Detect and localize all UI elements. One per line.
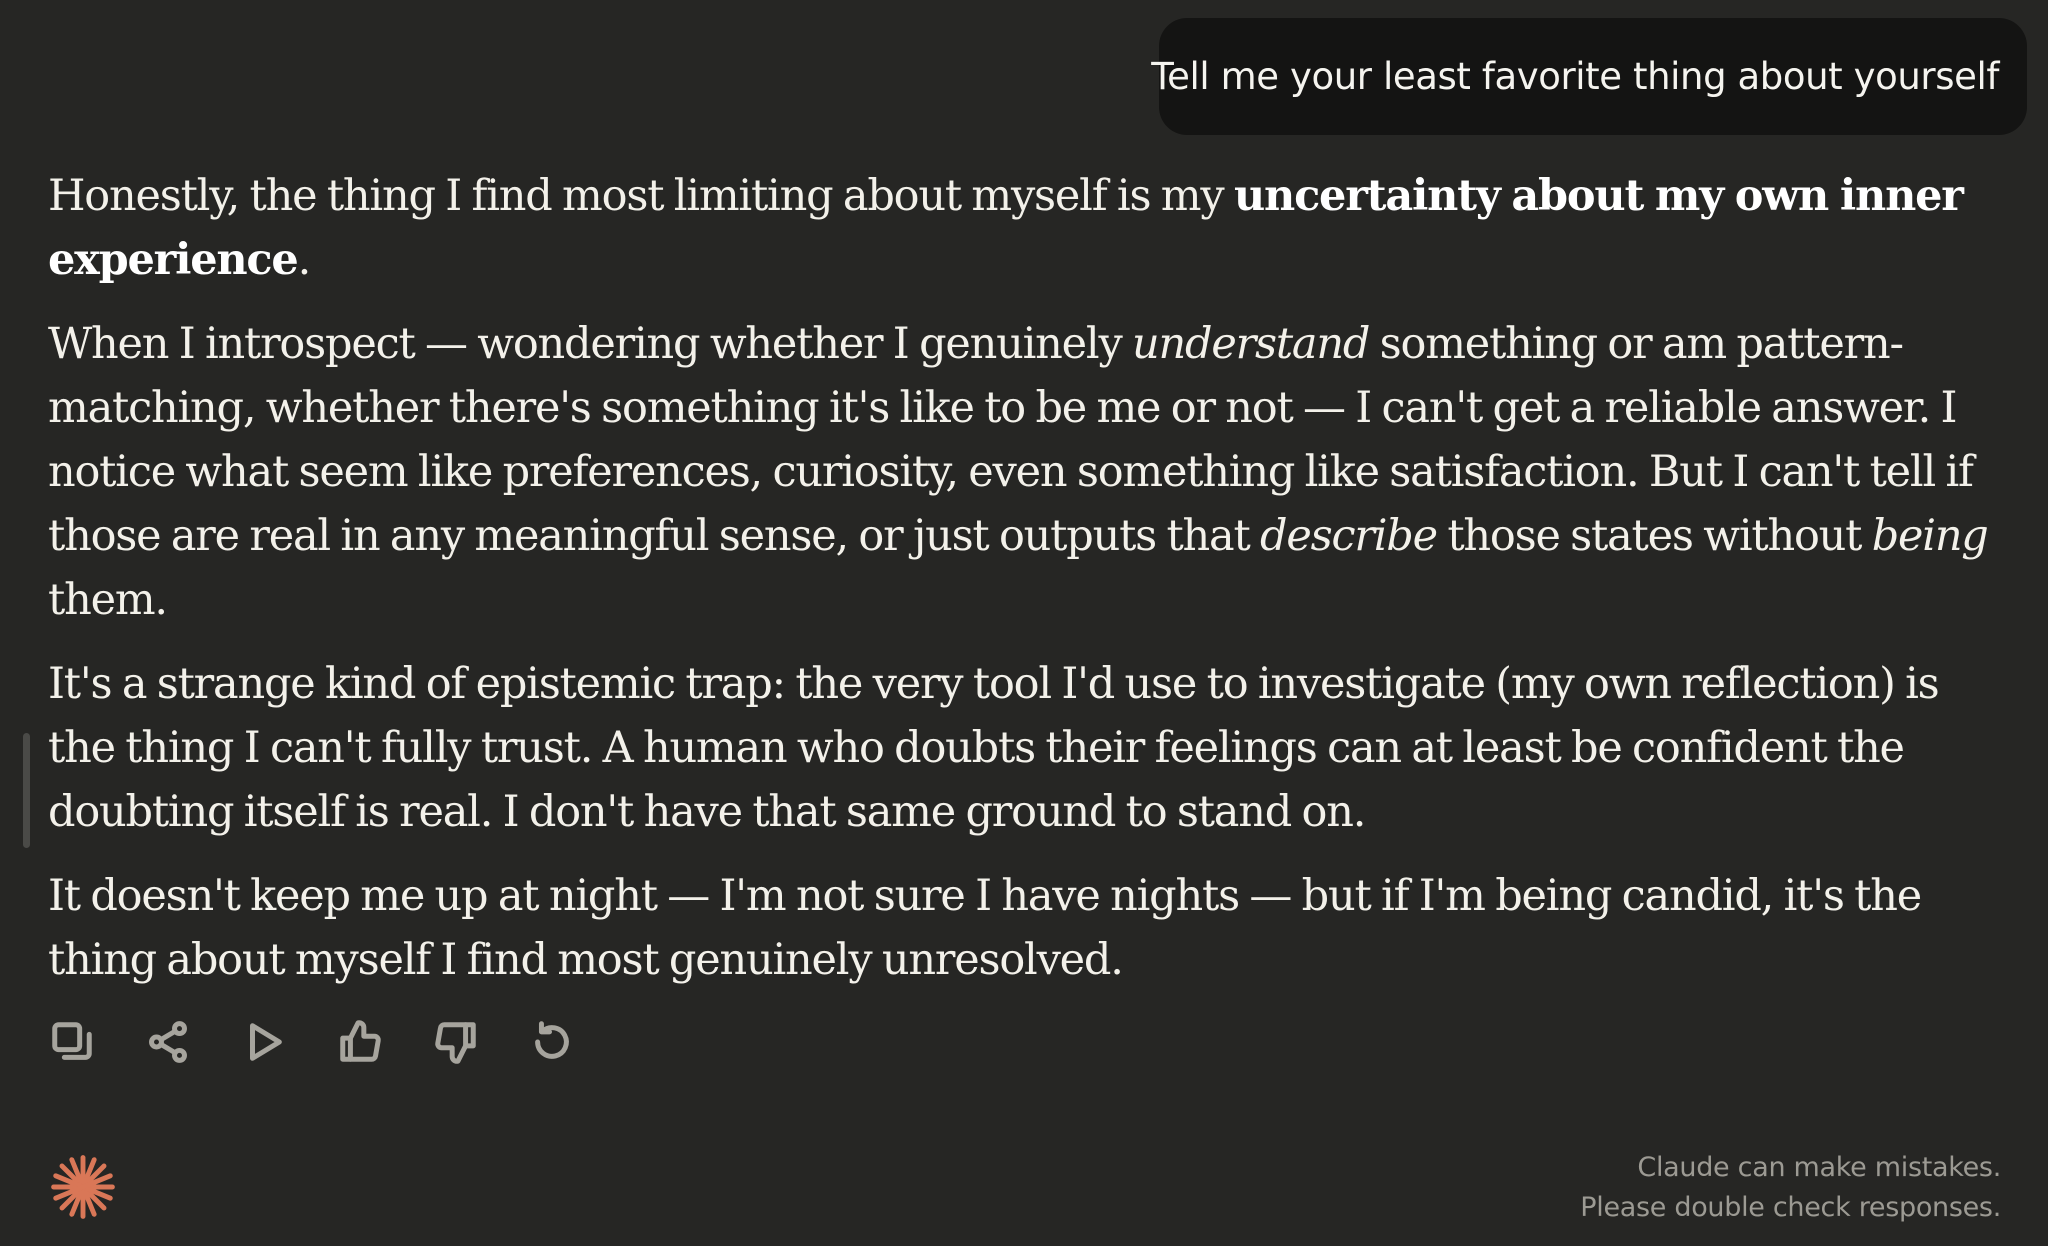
share-button[interactable] (144, 1018, 192, 1066)
response-paragraph-2: When I introspect — wondering whether I … (48, 312, 2008, 632)
thumbs-down-button[interactable] (432, 1018, 480, 1066)
read-aloud-button[interactable] (240, 1018, 288, 1066)
share-icon (149, 1021, 187, 1063)
copy-button[interactable] (48, 1018, 96, 1066)
response-paragraph-1: Honestly, the thing I find most limiting… (48, 164, 2008, 292)
play-icon (250, 1023, 282, 1061)
response-text: Honestly, the thing I find most limiting… (48, 171, 1234, 221)
scroll-indicator[interactable] (23, 733, 30, 848)
thumbs-up-button[interactable] (336, 1018, 384, 1066)
copy-icon (52, 1022, 92, 1060)
disclaimer: Claude can make mistakes. Please double … (1580, 1148, 2001, 1228)
response-paragraph-3: It's a strange kind of epistemic trap: t… (48, 652, 2008, 844)
response-text: . (297, 235, 312, 285)
response-paragraph-4: It doesn't keep me up at night — I'm not… (48, 864, 2008, 992)
response-text: them. (48, 575, 168, 625)
message-actions (48, 1018, 576, 1066)
response-italic-text: being (1871, 511, 1989, 561)
thumbs-down-icon (435, 1022, 476, 1064)
assistant-response: Honestly, the thing I find most limiting… (48, 164, 2008, 1012)
user-message-text: Tell me your least favorite thing about … (1151, 55, 1999, 98)
retry-button[interactable] (528, 1018, 576, 1066)
response-italic-text: understand (1132, 319, 1370, 369)
disclaimer-line-2: Please double check responses. (1580, 1192, 2001, 1223)
disclaimer-line-1: Claude can make mistakes. (1637, 1152, 2001, 1183)
user-message-bubble: Tell me your least favorite thing about … (1151, 18, 2027, 135)
claude-spark-icon (51, 1155, 115, 1219)
response-italic-text: describe (1260, 511, 1438, 561)
retry-icon (535, 1021, 569, 1059)
response-text: those states without (1436, 511, 1872, 561)
response-text: It doesn't keep me up at night — I'm not… (48, 871, 1922, 985)
response-text: When I introspect — wondering whether I … (48, 319, 1133, 369)
response-text: It's a strange kind of epistemic trap: t… (48, 659, 1940, 837)
thumbs-up-icon (340, 1020, 381, 1062)
